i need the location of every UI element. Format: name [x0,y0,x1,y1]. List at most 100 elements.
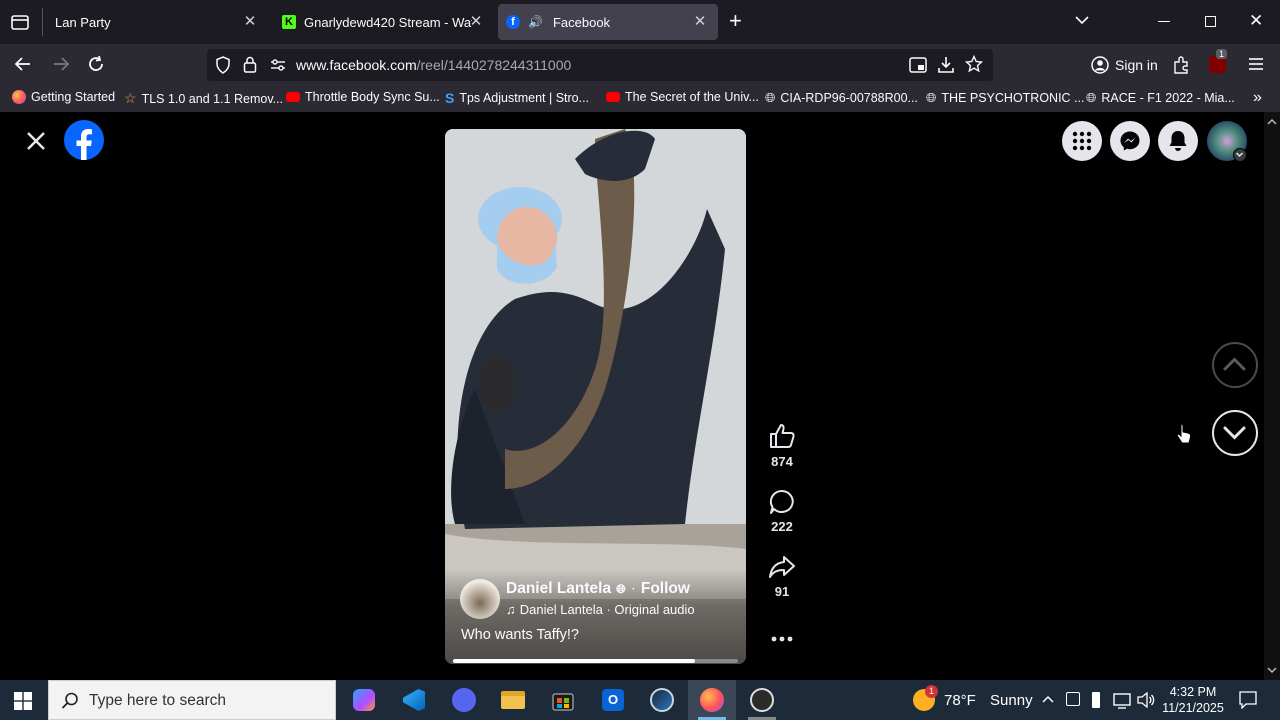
steam-icon[interactable] [638,680,686,720]
audio-line[interactable]: ♫ Daniel Lantela · Original audio [506,602,695,617]
account-icon [1091,56,1109,74]
s-logo-icon: S [445,90,455,106]
ublock-extension-icon[interactable]: 1 [1209,49,1228,73]
lock-icon[interactable] [243,56,257,78]
bookmark-getting-started[interactable]: Getting Started [12,90,115,104]
bookmark-tps-adjustment[interactable]: S Tps Adjustment | Stro... [445,90,589,106]
follow-button[interactable]: Follow [641,580,690,598]
search-placeholder: Type here to search [89,692,226,709]
close-window-icon[interactable]: ✕ [1249,11,1263,31]
notification-center-icon[interactable] [1239,691,1257,714]
url-text[interactable]: www.facebook.com/reel/1440278244311000 [296,57,571,73]
bookmark-race-f1[interactable]: 🌐︎ RACE - F1 2022 - Mia... [1086,90,1235,106]
reel-video[interactable]: Daniel Lantela 🌐︎ · Follow ♫ Daniel Lant… [445,129,746,664]
clock-time: 4:32 PM [1169,685,1217,699]
app-menu-icon[interactable] [1248,57,1264,76]
messenger-icon[interactable] [1110,121,1150,161]
more-options-icon[interactable] [771,629,793,647]
notifications-bell-icon[interactable] [1158,121,1198,161]
network-icon[interactable] [1113,693,1131,714]
file-explorer-icon[interactable] [489,680,537,720]
clock[interactable]: 4:32 PM 11/21/2025 [1160,684,1226,716]
bookmark-cia-rdp[interactable]: 🌐︎ CIA-RDP96-00788R00... [765,90,918,106]
author-name[interactable]: Daniel Lantela [506,580,611,598]
share-icon[interactable] [768,553,796,586]
obs-studio-icon[interactable] [738,680,786,720]
menu-grid-icon[interactable] [1062,121,1102,161]
comment-count: 222 [771,519,793,534]
permissions-icon[interactable] [270,58,286,77]
meet-now-icon[interactable] [1066,692,1080,706]
facebook-reel-viewer: Daniel Lantela 🌐︎ · Follow ♫ Daniel Lant… [0,112,1264,680]
author-avatar[interactable] [460,579,500,619]
start-windows-icon[interactable] [14,692,32,715]
weather-sun-icon[interactable]: 1 [913,685,938,711]
bookmark-secret-universe[interactable]: The Secret of the Univ... [606,90,759,104]
bookmark-label: THE PSYCHOTRONIC ... [941,91,1085,105]
music-note-icon: ♫ [506,602,516,617]
like-count: 874 [771,454,793,469]
bookmarks-toolbar: Getting Started ☆ TLS 1.0 and 1.1 Remov.… [0,86,1280,112]
volume-icon[interactable] [1137,691,1155,713]
close-tab-icon[interactable]: ✕ [690,12,710,32]
scroll-up-arrow-icon[interactable] [1264,114,1280,130]
clock-date: 11/21/2025 [1162,701,1224,715]
bookmark-label: RACE - F1 2022 - Mia... [1101,91,1235,105]
address-bar[interactable]: www.facebook.com/reel/1440278244311000 [207,49,993,81]
next-reel-button[interactable] [1212,410,1258,456]
speaker-icon[interactable]: 🔊 [528,15,543,29]
globe-icon: 🌐︎ [1086,90,1097,105]
previous-reel-button[interactable] [1212,342,1258,388]
bookmark-label: Throttle Body Sync Su... [305,90,440,104]
minimize-window-icon[interactable] [1158,21,1170,22]
tab-list-icon[interactable] [10,12,30,32]
star-icon: ☆ [124,90,137,106]
scroll-down-arrow-icon[interactable] [1264,662,1280,678]
restore-window-icon[interactable] [1205,16,1216,27]
tab-gnarlydewd-stream[interactable]: K Gnarlydewd420 Stream - Watch ✕ [272,4,494,40]
taskbar-search-box[interactable]: Type here to search [48,680,336,720]
discord-icon[interactable] [440,680,488,720]
firefox-taskbar-icon[interactable] [688,680,736,720]
usb-device-icon[interactable] [1092,692,1100,708]
more-bookmarks-chevron-icon[interactable]: » [1253,89,1262,107]
forward-icon[interactable] [52,55,70,78]
progress-track[interactable] [453,659,738,663]
bookmark-star-icon[interactable] [964,54,984,78]
close-tab-icon[interactable]: ✕ [466,12,486,32]
account-chevron-icon[interactable] [1233,148,1247,162]
weather-badge: 1 [925,685,938,698]
outlook-icon[interactable]: O [589,680,637,720]
reload-icon[interactable] [87,55,105,78]
bookmark-tls[interactable]: ☆ TLS 1.0 and 1.1 Remov... [124,90,283,107]
close-reel-icon[interactable] [24,129,48,158]
tab-lan-party[interactable]: Lan Party ✕ [46,4,268,40]
globe-public-icon: 🌐︎ [616,581,626,596]
show-hidden-icons-chevron-icon[interactable] [1041,693,1055,712]
bookmark-throttle-body[interactable]: Throttle Body Sync Su... [286,90,440,104]
bookmark-psychotronic[interactable]: 🌐︎ THE PSYCHOTRONIC ... [926,90,1084,106]
facebook-favicon-icon: f [506,15,520,29]
download-icon[interactable] [937,56,955,79]
facebook-logo-icon[interactable] [64,120,104,160]
list-all-tabs-icon[interactable] [1074,12,1090,33]
vscode-icon[interactable] [390,680,438,720]
comment-icon[interactable] [768,488,796,521]
page-scrollbar[interactable] [1264,112,1280,680]
sign-in-button[interactable]: Sign in [1084,50,1160,80]
picture-in-picture-icon[interactable] [909,57,927,78]
tracking-protection-shield-icon[interactable] [215,56,231,79]
tab-facebook[interactable]: f 🔊 Facebook ✕ [498,4,718,40]
new-tab-icon[interactable]: + [729,10,742,32]
microsoft-store-icon[interactable] [539,680,587,720]
audio-label: Daniel Lantela · Original audio [519,602,695,617]
close-tab-icon[interactable]: ✕ [240,12,260,32]
back-icon[interactable] [14,55,32,78]
reel-info: Daniel Lantela 🌐︎ · Follow ♫ Daniel Lant… [445,569,746,664]
copilot-icon[interactable] [340,680,388,720]
separator-dot: · [630,580,636,597]
weather-text[interactable]: 78°F Sunny [944,692,1033,709]
weather-condition: Sunny [990,692,1033,709]
like-icon[interactable] [768,422,796,455]
extensions-icon[interactable] [1172,56,1190,79]
